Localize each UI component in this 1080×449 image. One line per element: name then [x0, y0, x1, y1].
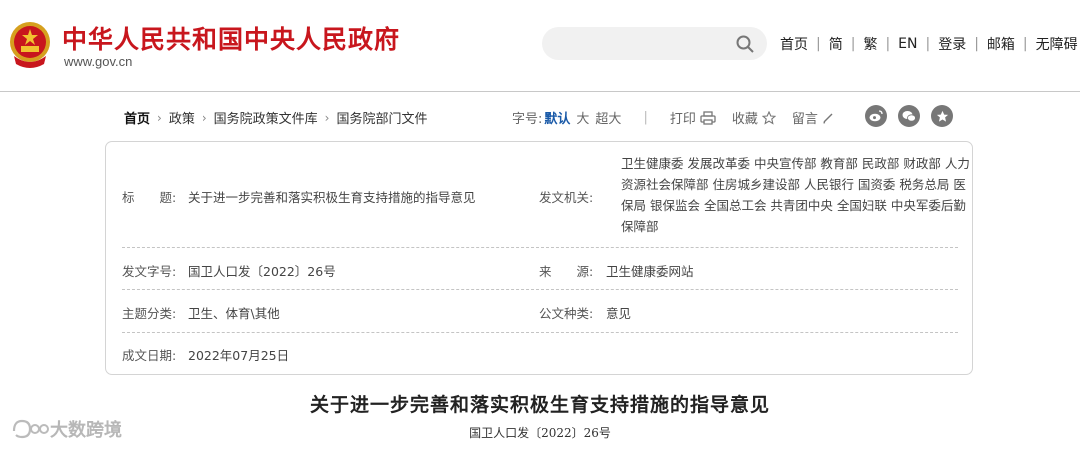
- info-row-topic: 主题分类: 卫生、体育\其他 公文种类: 意见: [122, 289, 958, 333]
- chevron-right-icon: ›: [324, 110, 330, 125]
- info-row-title: 标 题: 关于进一步完善和落实积极生育支持措施的指导意见 发文机关: 卫生健康委…: [122, 142, 970, 248]
- topic-label: 主题分类:: [122, 306, 177, 321]
- nav-traditional[interactable]: 繁: [863, 34, 877, 54]
- favorite-button[interactable]: 收藏: [732, 108, 776, 127]
- nav-accessibility[interactable]: 无障碍: [1036, 34, 1078, 54]
- nav-separator: |: [885, 36, 891, 52]
- font-size-xlarge[interactable]: 超大: [595, 108, 621, 127]
- nav-login[interactable]: 登录: [938, 34, 966, 54]
- weibo-icon[interactable]: [865, 105, 887, 127]
- font-size-label: 字号:: [512, 112, 543, 127]
- print-button[interactable]: 打印: [670, 108, 716, 127]
- nav-separator: |: [925, 36, 931, 52]
- topic-value: 卫生、体育\其他: [188, 306, 280, 321]
- font-size-large[interactable]: 大: [576, 108, 589, 127]
- breadcrumb-home[interactable]: 首页: [124, 108, 150, 127]
- star-outline-icon: [761, 110, 776, 125]
- favorite-label: 收藏: [731, 112, 758, 127]
- date-value: 2022年07月25日: [188, 348, 290, 363]
- nav-english[interactable]: EN: [898, 36, 917, 52]
- nav-mailbox[interactable]: 邮箱: [987, 34, 1015, 54]
- date-label: 成文日期:: [122, 348, 177, 363]
- chevron-right-icon: ›: [201, 110, 207, 125]
- star-icon[interactable]: [931, 105, 953, 127]
- nav-separator: |: [1022, 36, 1028, 52]
- breadcrumb-department-docs[interactable]: 国务院部门文件: [336, 108, 427, 127]
- site-header: 中华人民共和国中央人民政府 www.gov.cn 首页 | 简 | 繁 | EN…: [0, 0, 1080, 92]
- nav-separator: |: [816, 36, 821, 52]
- breadcrumb-policy-library[interactable]: 国务院政策文件库: [214, 108, 318, 127]
- search-icon[interactable]: [735, 34, 755, 54]
- wechat-glyph: [902, 111, 916, 122]
- site-url[interactable]: www.gov.cn: [64, 54, 132, 69]
- article-tools: 字号: 默认 大 超大 | 打印 收藏 留言: [512, 108, 850, 127]
- nav-separator: |: [850, 36, 856, 52]
- breadcrumb: 首页 › 政策 › 国务院政策文件库 › 国务院部门文件: [124, 108, 428, 128]
- docno-value: 国卫人口发〔2022〕26号: [188, 264, 336, 279]
- nav-simplified[interactable]: 简: [829, 34, 843, 54]
- star-glyph: [936, 110, 948, 122]
- comment-button[interactable]: 留言: [792, 108, 834, 127]
- watermark: 大数跨境: [10, 416, 122, 442]
- source-label: 来 源:: [539, 264, 594, 279]
- tools-divider: |: [643, 110, 648, 125]
- font-size-default[interactable]: 默认: [544, 108, 570, 127]
- info-row-date: 成文日期: 2022年07月25日: [122, 332, 958, 375]
- watermark-text: 大数跨境: [50, 420, 122, 441]
- wechat-icon[interactable]: [898, 105, 920, 127]
- breadcrumb-policy[interactable]: 政策: [169, 108, 195, 127]
- printer-icon: [700, 110, 716, 125]
- pencil-icon: [823, 113, 833, 124]
- document-number: 国卫人口发〔2022〕26号: [469, 426, 611, 440]
- issuer-value: 卫生健康委 发展改革委 中央宣传部 教育部 民政部 财政部 人力资源社会保障部 …: [621, 156, 970, 234]
- weibo-glyph: [869, 110, 883, 122]
- document-title: 关于进一步完善和落实积极生育支持措施的指导意见: [309, 394, 770, 416]
- title-label: 标 题:: [122, 190, 177, 205]
- issuer-label: 发文机关:: [539, 190, 594, 205]
- search-input[interactable]: [542, 27, 767, 60]
- comment-label: 留言: [791, 112, 818, 127]
- top-nav: 首页 | 简 | 繁 | EN | 登录 | 邮箱 | 无障碍: [780, 34, 1078, 54]
- title-value: 关于进一步完善和落实积极生育支持措施的指导意见: [188, 190, 476, 205]
- print-label: 打印: [669, 112, 696, 127]
- nav-separator: |: [974, 36, 979, 52]
- national-emblem-icon[interactable]: [8, 20, 52, 70]
- chevron-right-icon: ›: [157, 110, 162, 125]
- nav-home[interactable]: 首页: [780, 34, 808, 54]
- watermark-logo-icon: [12, 419, 49, 439]
- type-label: 公文种类:: [539, 306, 594, 321]
- document-info-table: 标 题: 关于进一步完善和落实积极生育支持措施的指导意见 发文机关: 卫生健康委…: [105, 141, 973, 375]
- source-value: 卫生健康委网站: [606, 264, 694, 279]
- info-row-docno: 发文字号: 国卫人口发〔2022〕26号 来 源: 卫生健康委网站: [122, 247, 958, 290]
- type-value: 意见: [606, 306, 632, 321]
- docno-label: 发文字号:: [122, 264, 177, 279]
- site-title[interactable]: 中华人民共和国中央人民政府: [62, 20, 400, 56]
